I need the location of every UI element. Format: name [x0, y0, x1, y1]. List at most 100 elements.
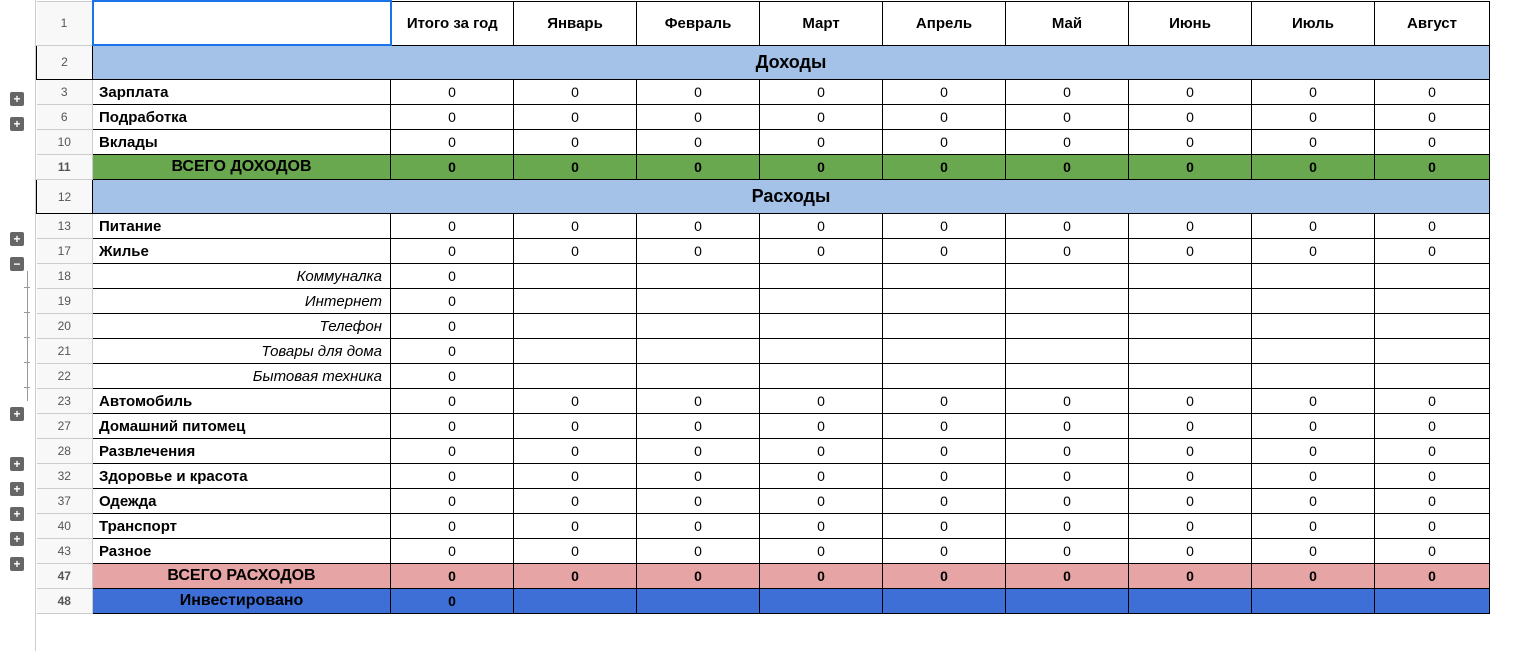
- cell[interactable]: 0: [637, 514, 760, 539]
- cell[interactable]: [1252, 589, 1375, 614]
- col-header[interactable]: Январь: [514, 1, 637, 45]
- row-label[interactable]: Одежда: [93, 489, 391, 514]
- cell[interactable]: 0: [391, 239, 514, 264]
- cell[interactable]: 0: [1129, 564, 1252, 589]
- cell[interactable]: 0: [514, 489, 637, 514]
- cell[interactable]: [1375, 289, 1490, 314]
- row-label[interactable]: Вклады: [93, 130, 391, 155]
- cell[interactable]: [1129, 589, 1252, 614]
- row-label[interactable]: Транспорт: [93, 514, 391, 539]
- cell[interactable]: 0: [637, 564, 760, 589]
- cell[interactable]: [1252, 289, 1375, 314]
- cell[interactable]: [1129, 364, 1252, 389]
- cell[interactable]: 0: [1252, 105, 1375, 130]
- row-label[interactable]: Товары для дома: [93, 339, 391, 364]
- cell[interactable]: 0: [637, 239, 760, 264]
- active-cell[interactable]: [93, 1, 391, 45]
- cell[interactable]: 0: [1252, 414, 1375, 439]
- cell[interactable]: [883, 339, 1006, 364]
- row-number[interactable]: 19: [37, 289, 93, 314]
- cell[interactable]: 0: [1129, 489, 1252, 514]
- col-header[interactable]: Июль: [1252, 1, 1375, 45]
- cell[interactable]: [883, 364, 1006, 389]
- cell[interactable]: 0: [883, 539, 1006, 564]
- cell[interactable]: 0: [391, 489, 514, 514]
- cell[interactable]: 0: [1129, 105, 1252, 130]
- group-expand-icon[interactable]: +: [10, 232, 24, 246]
- cell[interactable]: [883, 289, 1006, 314]
- cell[interactable]: [760, 264, 883, 289]
- cell[interactable]: 0: [637, 105, 760, 130]
- cell[interactable]: 0: [760, 239, 883, 264]
- cell[interactable]: 0: [514, 414, 637, 439]
- row-label[interactable]: Здоровье и красота: [93, 464, 391, 489]
- row-number[interactable]: 20: [37, 314, 93, 339]
- cell[interactable]: [637, 364, 760, 389]
- cell[interactable]: 0: [1375, 464, 1490, 489]
- cell[interactable]: 0: [391, 130, 514, 155]
- cell[interactable]: 0: [1252, 439, 1375, 464]
- row-label[interactable]: Подработка: [93, 105, 391, 130]
- cell[interactable]: [1006, 339, 1129, 364]
- row-number[interactable]: 32: [37, 464, 93, 489]
- cell[interactable]: 0: [760, 105, 883, 130]
- cell[interactable]: [514, 289, 637, 314]
- group-collapse-icon[interactable]: −: [10, 257, 24, 271]
- cell[interactable]: 0: [514, 539, 637, 564]
- cell[interactable]: [760, 339, 883, 364]
- cell[interactable]: [1375, 364, 1490, 389]
- col-header[interactable]: Март: [760, 1, 883, 45]
- row-label[interactable]: Автомобиль: [93, 389, 391, 414]
- col-header[interactable]: Июнь: [1129, 1, 1252, 45]
- row-number[interactable]: 40: [37, 514, 93, 539]
- cell[interactable]: [760, 314, 883, 339]
- cell[interactable]: 0: [514, 130, 637, 155]
- cell[interactable]: 0: [514, 80, 637, 105]
- cell[interactable]: 0: [1006, 439, 1129, 464]
- cell[interactable]: 0: [1006, 80, 1129, 105]
- cell[interactable]: [1129, 339, 1252, 364]
- group-expand-icon[interactable]: +: [10, 407, 24, 421]
- row-label[interactable]: Зарплата: [93, 80, 391, 105]
- row-number[interactable]: 28: [37, 439, 93, 464]
- cell[interactable]: [637, 289, 760, 314]
- cell[interactable]: 0: [391, 539, 514, 564]
- cell[interactable]: 0: [514, 514, 637, 539]
- cell[interactable]: 0: [760, 439, 883, 464]
- cell[interactable]: 0: [1375, 539, 1490, 564]
- row-number[interactable]: 17: [37, 239, 93, 264]
- cell[interactable]: 0: [1252, 514, 1375, 539]
- cell[interactable]: [1129, 264, 1252, 289]
- cell[interactable]: 0: [514, 105, 637, 130]
- row-label[interactable]: Жилье: [93, 239, 391, 264]
- cell[interactable]: [1252, 339, 1375, 364]
- cell[interactable]: [514, 589, 637, 614]
- row-label[interactable]: ВСЕГО РАСХОДОВ: [93, 564, 391, 589]
- cell[interactable]: 0: [1129, 514, 1252, 539]
- cell[interactable]: 0: [637, 214, 760, 239]
- row-label[interactable]: Развлечения: [93, 439, 391, 464]
- cell[interactable]: 0: [637, 539, 760, 564]
- cell[interactable]: 0: [391, 564, 514, 589]
- cell[interactable]: 0: [1006, 214, 1129, 239]
- row-label[interactable]: Коммуналка: [93, 264, 391, 289]
- cell[interactable]: 0: [391, 264, 514, 289]
- cell[interactable]: 0: [1129, 80, 1252, 105]
- cell[interactable]: 0: [1252, 389, 1375, 414]
- cell[interactable]: 0: [391, 289, 514, 314]
- cell[interactable]: [1252, 264, 1375, 289]
- cell[interactable]: 0: [1252, 464, 1375, 489]
- cell[interactable]: [514, 364, 637, 389]
- cell[interactable]: 0: [1129, 539, 1252, 564]
- cell[interactable]: [637, 264, 760, 289]
- cell[interactable]: 0: [391, 389, 514, 414]
- cell[interactable]: 0: [1375, 389, 1490, 414]
- cell[interactable]: 0: [1129, 214, 1252, 239]
- row-label[interactable]: Домашний питомец: [93, 414, 391, 439]
- cell[interactable]: 0: [1006, 464, 1129, 489]
- cell[interactable]: 0: [391, 514, 514, 539]
- cell[interactable]: 0: [1252, 130, 1375, 155]
- cell[interactable]: 0: [1375, 439, 1490, 464]
- row-number[interactable]: 22: [37, 364, 93, 389]
- row-label[interactable]: Питание: [93, 214, 391, 239]
